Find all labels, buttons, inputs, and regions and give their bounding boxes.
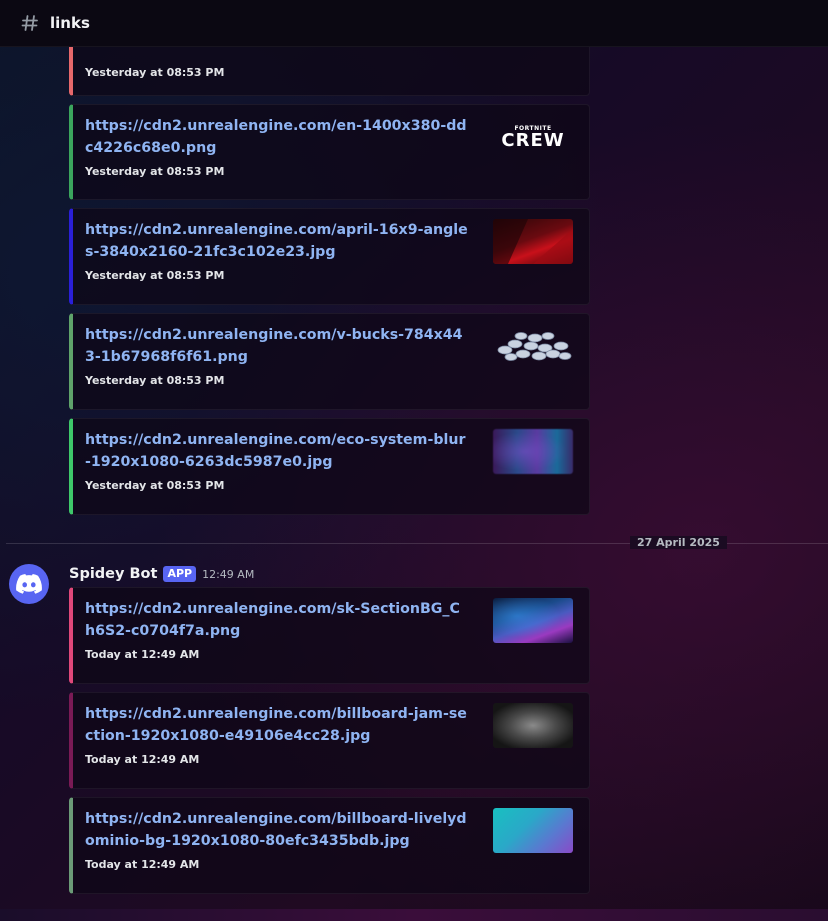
message-header: Spidey Bot APP 12:49 AM [69, 564, 254, 584]
embed-thumbnail[interactable] [493, 429, 573, 474]
link-embed: https://cdn2.unrealengine.com/eco-system… [69, 418, 590, 515]
link-embed: https://cdn2.unrealengine.com/en-1400x38… [69, 104, 590, 200]
teal-purple-image [493, 808, 573, 853]
embed-link[interactable]: https://cdn2.unrealengine.com/april-16x9… [85, 219, 470, 263]
embed-link[interactable]: https://cdn2.unrealengine.com/billboard-… [85, 808, 470, 852]
embed-timestamp: Yesterday at 08:53 PM [85, 374, 225, 387]
vbucks-coins-image [497, 332, 572, 361]
logo-big-text: CREW [501, 130, 565, 151]
channel-header: links [0, 0, 828, 47]
embed-link[interactable]: https://cdn2.unrealengine.com/sk-Section… [85, 598, 470, 642]
embed-link[interactable]: https://cdn2.unrealengine.com/billboard-… [85, 703, 470, 747]
link-embed: https://cdn2.unrealengine.com/v-bucks-78… [69, 313, 590, 410]
embed-timestamp: Yesterday at 08:53 PM [85, 479, 225, 492]
hash-icon [21, 14, 39, 32]
embed-link[interactable]: https://cdn2.unrealengine.com/en-1400x38… [85, 115, 470, 159]
bottom-edge [0, 909, 828, 921]
blue-purple-bg-image [493, 598, 573, 643]
embed-thumbnail[interactable]: FORTNITE CREW [493, 115, 573, 160]
app-badge: APP [163, 566, 197, 582]
embed-link[interactable]: https://cdn2.unrealengine.com/v-bucks-78… [85, 324, 470, 368]
embed-thumbnail[interactable] [493, 703, 573, 748]
link-embed: https://cdn2.unrealengine.com/sk-Section… [69, 587, 590, 684]
crew-logo-image: FORTNITE CREW [493, 115, 573, 160]
red-angles-image [493, 219, 573, 264]
gray-blur-image [493, 703, 573, 748]
embed-timestamp: Today at 12:49 AM [85, 648, 200, 661]
link-embed: https://cdn2.unrealengine.com/billboard-… [69, 797, 590, 894]
blur-image [493, 429, 573, 474]
embed-timestamp: Yesterday at 08:53 PM [85, 165, 225, 178]
embed-thumbnail[interactable] [493, 324, 573, 369]
embed-timestamp: Yesterday at 08:53 PM [85, 269, 225, 282]
embed-timestamp: Today at 12:49 AM [85, 753, 200, 766]
link-embed: https://cdn2.unrealengine.com/billboard-… [69, 692, 590, 789]
link-embed: https://cdn2.unrealengine.com/april-16x9… [69, 208, 590, 305]
avatar[interactable] [9, 564, 49, 604]
author-name[interactable]: Spidey Bot [69, 566, 157, 582]
embed-link[interactable]: https://cdn2.unrealengine.com/eco-system… [85, 429, 470, 473]
date-divider: 27 April 2025 [630, 536, 727, 549]
discord-logo-icon [16, 574, 42, 594]
embed-thumbnail[interactable] [493, 598, 573, 643]
embed-thumbnail[interactable] [493, 808, 573, 853]
embed-timestamp: Yesterday at 08:53 PM [85, 66, 225, 79]
message-timestamp: 12:49 AM [202, 567, 255, 581]
channel-name: links [50, 14, 90, 32]
embed-timestamp: Today at 12:49 AM [85, 858, 200, 871]
embed-thumbnail[interactable] [493, 219, 573, 264]
